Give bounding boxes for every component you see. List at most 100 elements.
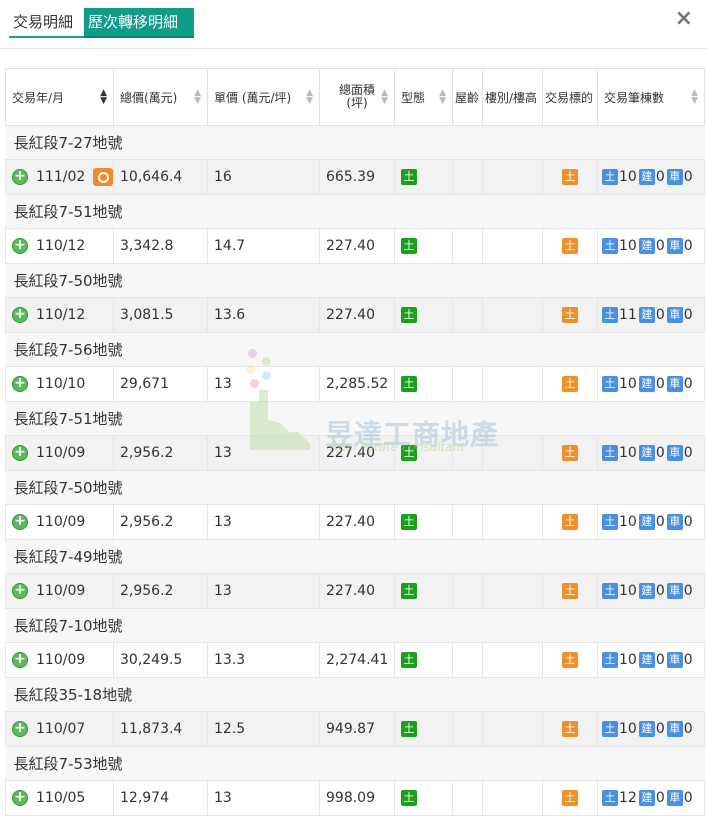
land-count-badge: 土 — [602, 652, 618, 668]
cell-total-price: 30,249.5 — [113, 642, 208, 678]
building-count-badge: 建 — [638, 376, 655, 392]
cell-target: 土 — [542, 435, 598, 471]
expand-plus-icon[interactable]: + — [12, 445, 28, 461]
table-row[interactable]: +111/02 10,646.4 16 665.39 土土土 10 建 0 車 0 — [5, 159, 705, 195]
cell-unit-price: 13 — [207, 366, 320, 402]
header-floor[interactable]: 樓別/樓高 — [482, 68, 543, 126]
land-target-badge: 土 — [562, 307, 578, 323]
land-count: 10 — [619, 721, 637, 737]
sort-icon[interactable]: ▲ ▼ — [381, 89, 388, 106]
table-row[interactable]: +110/09 2,956.2 13 227.40 土土土 10 建 0 車 0 — [5, 435, 705, 471]
building-count-badge: 建 — [638, 583, 655, 599]
sort-icon[interactable]: ▲ ▼ — [306, 89, 313, 106]
sort-icon[interactable]: ▲ ▼ — [194, 89, 201, 106]
parcel-label: 長紅段7-51地號 — [5, 194, 705, 229]
expand-plus-icon[interactable]: + — [12, 652, 28, 668]
building-count-badge: 建 — [638, 169, 655, 185]
group-row: 長紅段7-50地號 — [5, 470, 705, 505]
cell-target: 土 — [542, 711, 598, 747]
cell-area: 227.40 — [319, 573, 395, 609]
header-target[interactable]: 交易標的 — [542, 68, 598, 126]
expand-plus-icon[interactable]: + — [12, 307, 28, 323]
tab-transfer-history[interactable]: 歷次轉移明細 — [84, 8, 194, 38]
car-count-badge: 車 — [666, 445, 683, 461]
expand-plus-icon[interactable]: + — [12, 790, 28, 806]
cell-date: +110/05 — [5, 780, 114, 816]
table-row[interactable]: +110/12 3,081.5 13.6 227.40 土土土 11 建 0 車 0 — [5, 297, 705, 333]
building-count: 0 — [655, 238, 665, 254]
land-target-badge: 土 — [562, 652, 578, 668]
header-total-price[interactable]: 總價(萬元) ▲ ▼ — [113, 68, 208, 126]
group-row: 長紅段7-56地號 — [5, 332, 705, 367]
cell-total-price: 12,974 — [113, 780, 208, 816]
sort-icon[interactable]: ▲ ▼ — [691, 89, 698, 106]
header-type[interactable]: 型態 ▲ ▼ — [394, 68, 453, 126]
cell-date: +110/09 — [5, 573, 114, 609]
cell-date: +110/09 — [5, 435, 114, 471]
table-row[interactable]: +110/05 12,974 13 998.09 土土土 12 建 0 車 0 — [5, 780, 705, 816]
header-unit-price[interactable]: 單價 (萬元/坪) ▲ ▼ — [207, 68, 320, 126]
cell-age — [452, 711, 483, 747]
cell-type: 土 — [394, 297, 453, 333]
cell-area: 227.40 — [319, 228, 395, 264]
cell-date: +111/02 — [5, 159, 114, 195]
table-row[interactable]: +110/09 2,956.2 13 227.40 土土土 10 建 0 車 0 — [5, 504, 705, 540]
car-count-badge: 車 — [666, 307, 683, 323]
cell-floor — [482, 504, 543, 540]
header-date[interactable]: 交易年/月 ▲ ▼ — [5, 68, 114, 126]
cell-type: 土 — [394, 573, 453, 609]
sort-icon[interactable]: ▲ ▼ — [439, 89, 446, 106]
land-target-badge: 土 — [562, 514, 578, 530]
cell-area: 227.40 — [319, 435, 395, 471]
expand-plus-icon[interactable]: + — [12, 583, 28, 599]
header-count[interactable]: 交易筆棟數 ▲ ▼ — [597, 68, 705, 126]
cell-count: 土 10 建 0 車 0 — [597, 504, 705, 540]
cell-target: 土 — [542, 366, 598, 402]
cell-date: +110/09 — [5, 504, 114, 540]
cell-age — [452, 642, 483, 678]
table-row[interactable]: +110/09 30,249.5 13.3 2,274.41 土土土 10 建 0 車 0 — [5, 642, 705, 678]
cell-count: 土 11 建 0 車 0 — [597, 297, 705, 333]
tab-transaction-detail[interactable]: 交易明細 — [9, 8, 89, 38]
expand-plus-icon[interactable]: + — [12, 238, 28, 254]
land-count-badge: 土 — [602, 307, 618, 323]
close-icon[interactable]: × — [675, 6, 693, 31]
table-row[interactable]: +110/10 29,671 13 2,285.52 土土土 10 建 0 車 0 — [5, 366, 705, 402]
expand-plus-icon[interactable]: + — [12, 514, 28, 530]
parcel-label: 長紅段35-18地號 — [5, 677, 705, 712]
land-type-badge: 土 — [401, 514, 417, 530]
expand-plus-icon[interactable]: + — [12, 169, 28, 185]
building-count-badge: 建 — [638, 514, 655, 530]
cell-count: 土 10 建 0 車 0 — [597, 573, 705, 609]
header-age[interactable]: 屋齡 — [452, 68, 483, 126]
cell-total-price: 10,646.4 — [113, 159, 208, 195]
car-count-badge: 車 — [666, 790, 683, 806]
cell-count: 土 10 建 0 車 0 — [597, 228, 705, 264]
cell-unit-price: 13.3 — [207, 642, 320, 678]
building-count: 0 — [655, 721, 665, 737]
cell-floor — [482, 366, 543, 402]
car-count: 0 — [683, 307, 693, 323]
cell-target: 土 — [542, 573, 598, 609]
expand-plus-icon[interactable]: + — [12, 376, 28, 392]
land-type-badge: 土 — [401, 652, 417, 668]
land-type-badge: 土 — [401, 307, 417, 323]
table-row[interactable]: +110/09 2,956.2 13 227.40 土土土 10 建 0 車 0 — [5, 573, 705, 609]
table-row[interactable]: +110/07 11,873.4 12.5 949.87 土土土 10 建 0 車 0 — [5, 711, 705, 747]
sort-desc-icon[interactable]: ▲ ▼ — [100, 89, 107, 106]
header-area[interactable]: 總面積 (坪) ▲ ▼ — [319, 68, 395, 126]
cell-floor — [482, 780, 543, 816]
building-count: 0 — [655, 445, 665, 461]
building-count-badge: 建 — [638, 790, 655, 806]
land-count-badge: 土 — [602, 169, 618, 185]
building-count: 0 — [655, 790, 665, 806]
parcel-label: 長紅段7-51地號 — [5, 401, 705, 436]
table-row[interactable]: +110/12 3,342.8 14.7 227.40 土土土 10 建 0 車 0 — [5, 228, 705, 264]
cell-total-price: 11,873.4 — [113, 711, 208, 747]
car-count: 0 — [683, 238, 693, 254]
cell-unit-price: 12.5 — [207, 711, 320, 747]
expand-plus-icon[interactable]: + — [12, 721, 28, 737]
parcel-label: 長紅段7-50地號 — [5, 263, 705, 298]
house-search-icon[interactable] — [93, 168, 113, 186]
building-count: 0 — [655, 376, 665, 392]
